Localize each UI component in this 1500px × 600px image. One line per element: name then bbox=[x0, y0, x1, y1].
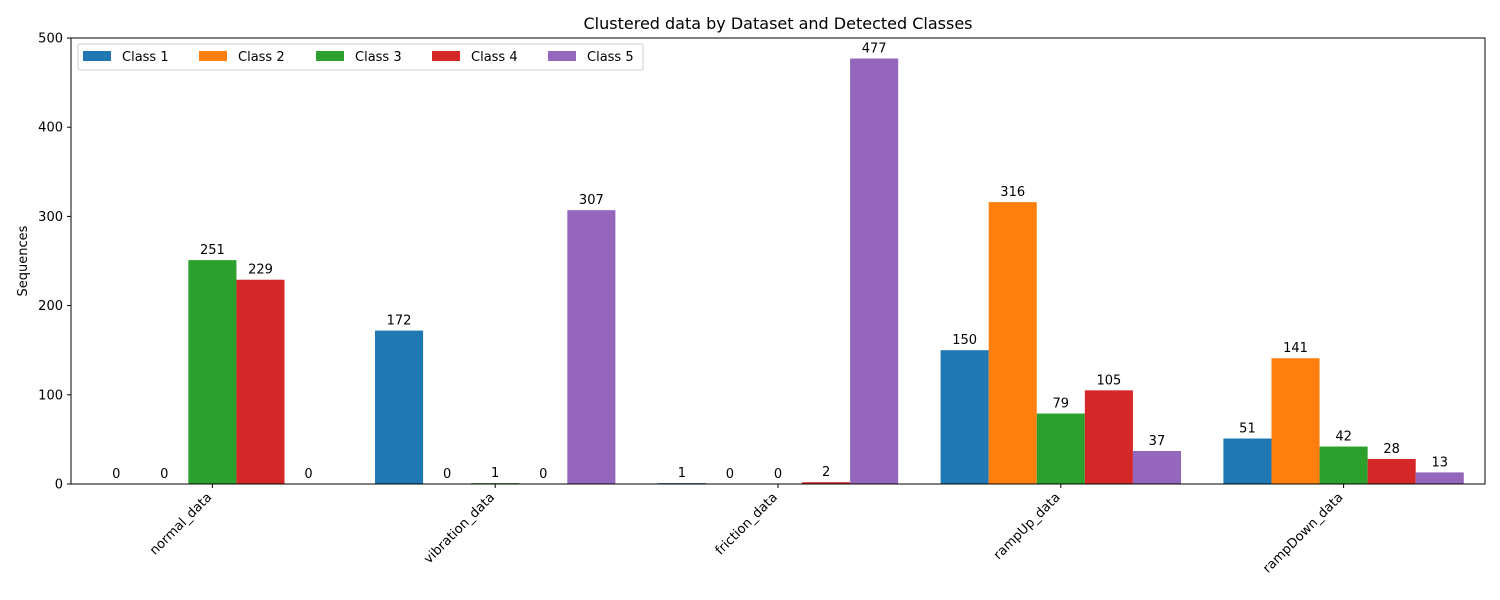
data-label-class-5-rampDown_data: 13 bbox=[1431, 455, 1448, 470]
x-tick-label-rampUp_data: rampUp_data bbox=[991, 490, 1064, 563]
bar-class-1-vibration_data bbox=[375, 330, 424, 484]
bar-class-1-rampDown_data bbox=[1223, 438, 1272, 484]
x-tick-label-normal_data: normal_data bbox=[147, 490, 215, 558]
bar-class-3-normal_data bbox=[188, 260, 237, 484]
chart-canvas: Clustered data by Dataset and Detected C… bbox=[16, 14, 1486, 576]
x-axis: normal_data vibration_data friction_data ra… bbox=[147, 484, 1346, 576]
bar-class-4-rampUp_data bbox=[1084, 390, 1133, 484]
data-label-class-4-friction_data: 2 bbox=[822, 465, 830, 480]
data-label-class-5-rampUp_data: 37 bbox=[1149, 434, 1166, 449]
y-tick-label: 200 bbox=[38, 299, 63, 314]
y-tick-label: 0 bbox=[55, 478, 63, 493]
legend-swatch-class-5 bbox=[548, 51, 576, 61]
bar-class-2-rampDown_data bbox=[1271, 358, 1320, 484]
bar-class-3-rampDown_data bbox=[1319, 446, 1368, 484]
legend-swatch-class-4 bbox=[432, 51, 460, 61]
data-label-class-4-rampDown_data: 28 bbox=[1383, 442, 1400, 457]
bar-class-4-rampDown_data bbox=[1367, 459, 1416, 484]
y-tick-label: 500 bbox=[38, 32, 63, 47]
legend-swatch-class-2 bbox=[199, 51, 227, 61]
data-label-class-2-rampUp_data: 316 bbox=[1000, 185, 1025, 200]
data-label-class-2-friction_data: 0 bbox=[726, 467, 734, 482]
bar-class-2-rampUp_data bbox=[988, 202, 1037, 484]
data-label-class-3-rampUp_data: 79 bbox=[1053, 397, 1070, 412]
y-tick-label: 100 bbox=[38, 388, 63, 403]
bar-class-5-friction_data bbox=[850, 58, 899, 485]
bar-class-5-rampDown_data bbox=[1415, 472, 1464, 484]
data-label-class-3-rampDown_data: 42 bbox=[1335, 430, 1352, 445]
legend-swatch-class-3 bbox=[316, 51, 344, 61]
data-label-class-5-normal_data: 0 bbox=[304, 467, 312, 482]
data-label-class-5-vibration_data: 307 bbox=[579, 193, 604, 208]
bar-class-5-vibration_data bbox=[567, 210, 616, 484]
data-label-class-1-rampUp_data: 150 bbox=[952, 333, 977, 348]
data-label-class-2-rampDown_data: 141 bbox=[1283, 341, 1308, 356]
legend: Class 1 Class 2 Class 3 Class 4 Class 5 bbox=[77, 43, 644, 71]
y-axis: 0 100 200 300 400 500 bbox=[38, 32, 71, 493]
data-label-class-2-vibration_data: 0 bbox=[443, 467, 451, 482]
bar-chart: Clustered data by Dataset and Detected C… bbox=[0, 0, 1500, 600]
data-label-class-1-normal_data: 0 bbox=[112, 467, 120, 482]
x-tick-label-friction_data: friction_data bbox=[713, 490, 781, 558]
bars-layer bbox=[188, 58, 1464, 485]
bar-class-3-rampUp_data bbox=[1036, 413, 1085, 484]
data-label-class-4-normal_data: 229 bbox=[248, 263, 273, 278]
y-tick-label: 300 bbox=[38, 210, 63, 225]
x-tick-label-vibration_data: vibration_data bbox=[421, 490, 498, 567]
data-label-class-1-rampDown_data: 51 bbox=[1239, 422, 1256, 437]
data-label-class-3-vibration_data: 1 bbox=[491, 466, 499, 481]
data-label-class-2-normal_data: 0 bbox=[160, 467, 168, 482]
y-axis-label: Sequences bbox=[16, 225, 31, 296]
data-label-class-4-vibration_data: 0 bbox=[539, 467, 547, 482]
legend-label-class-1: Class 1 bbox=[122, 50, 169, 65]
data-label-class-1-friction_data: 1 bbox=[678, 466, 686, 481]
data-label-class-1-vibration_data: 172 bbox=[387, 314, 412, 329]
data-label-class-3-friction_data: 0 bbox=[774, 467, 782, 482]
legend-label-class-4: Class 4 bbox=[471, 50, 518, 65]
data-label-class-4-rampUp_data: 105 bbox=[1096, 373, 1121, 388]
bar-class-4-normal_data bbox=[236, 279, 285, 484]
bar-class-5-rampUp_data bbox=[1132, 451, 1181, 484]
data-label-class-3-normal_data: 251 bbox=[200, 243, 225, 258]
chart-title: Clustered data by Dataset and Detected C… bbox=[584, 14, 973, 33]
data-label-class-5-friction_data: 477 bbox=[862, 42, 887, 57]
data-labels-layer: 0 172 1 150 51 0 0 0 316 141 251 1 0 79 42 229 0 2 105 28 0 3… bbox=[112, 42, 1448, 482]
legend-label-class-2: Class 2 bbox=[238, 50, 285, 65]
legend-label-class-3: Class 3 bbox=[355, 50, 402, 65]
y-tick-label: 400 bbox=[38, 121, 63, 136]
bar-class-1-rampUp_data bbox=[940, 350, 989, 484]
legend-swatch-class-1 bbox=[83, 51, 111, 61]
x-tick-label-rampDown_data: rampDown_data bbox=[1260, 490, 1346, 576]
legend-label-class-5: Class 5 bbox=[587, 50, 634, 65]
